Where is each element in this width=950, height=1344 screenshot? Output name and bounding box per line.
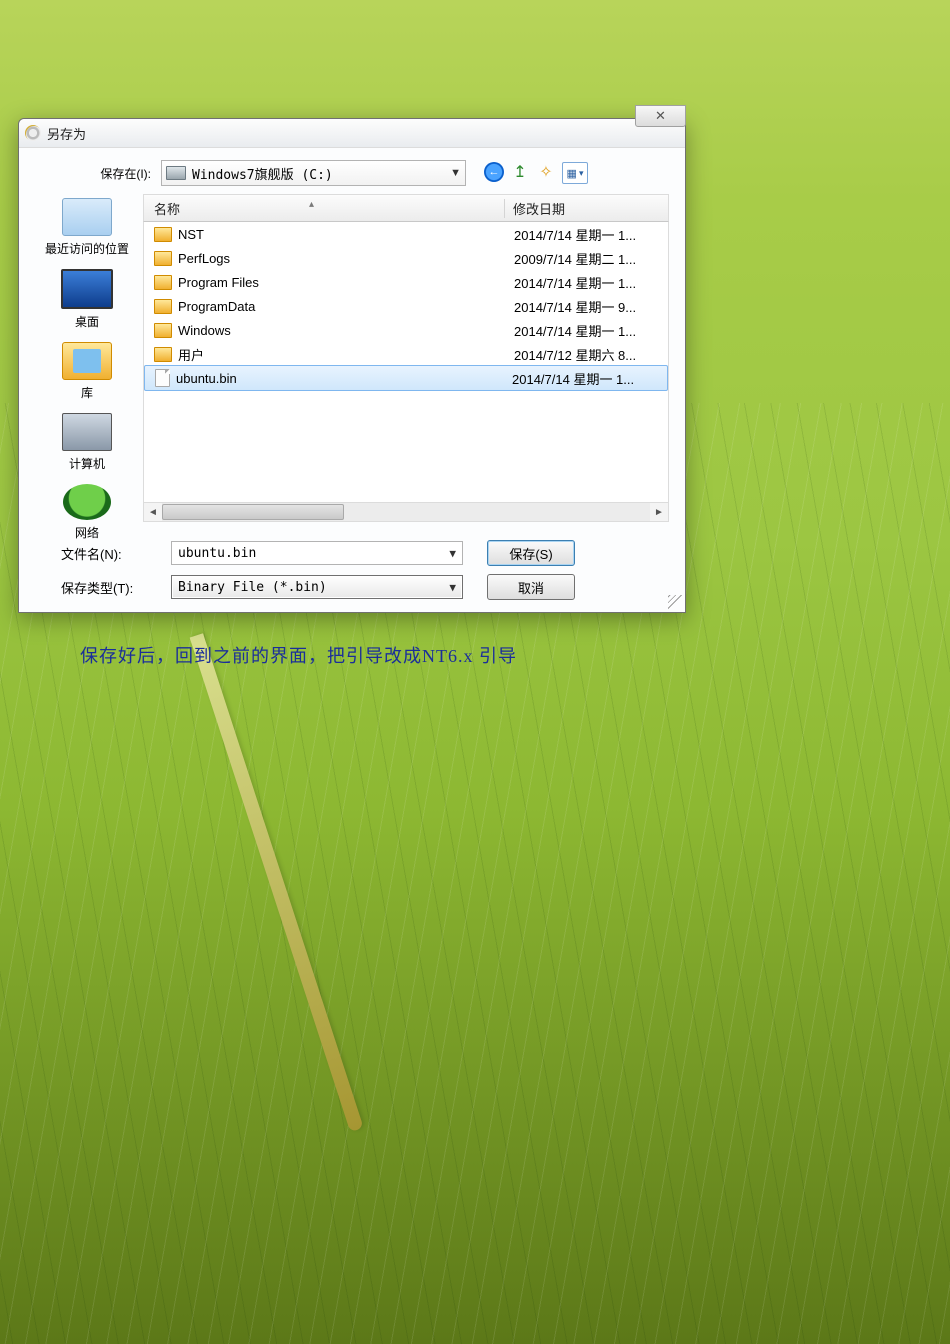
folder-icon	[154, 299, 172, 314]
scroll-left-icon[interactable]: ◄	[144, 507, 162, 518]
column-headers[interactable]: 名称 修改日期	[143, 194, 669, 222]
file-date: 2014/7/14 星期一 9...	[506, 297, 652, 316]
file-name: ProgramData	[178, 299, 506, 314]
column-date[interactable]: 修改日期	[504, 199, 653, 218]
save-as-dialog: 另存为 ✕ 保存在(I): Windows7旗舰版 (C:) ▼ ← ↥ ✧ ▦…	[18, 118, 686, 613]
back-icon[interactable]: ←	[484, 162, 504, 182]
file-row[interactable]: 用户2014/7/12 星期六 8...	[144, 342, 668, 366]
place-network[interactable]: 网络	[31, 484, 143, 541]
file-name: NST	[178, 227, 506, 242]
save-button[interactable]: 保存(S)	[487, 540, 575, 566]
column-name[interactable]: 名称	[144, 199, 504, 218]
instruction-caption: 保存好后，回到之前的界面，把引导改成NT6.x 引导	[80, 642, 517, 668]
dialog-title: 另存为	[47, 124, 86, 143]
file-date: 2014/7/14 星期一 1...	[506, 273, 652, 292]
resize-grip-icon[interactable]	[668, 595, 682, 609]
file-list[interactable]: NST2014/7/14 星期一 1... PerfLogs2009/7/14 …	[143, 222, 669, 503]
folder-icon	[154, 251, 172, 266]
filename-label: 文件名(N):	[61, 544, 171, 563]
chevron-down-icon: ▼	[449, 581, 456, 594]
scroll-thumb[interactable]	[162, 504, 344, 520]
place-label: 网络	[75, 524, 99, 541]
folder-icon	[154, 323, 172, 338]
file-name: PerfLogs	[178, 251, 506, 266]
folder-icon	[154, 275, 172, 290]
file-date: 2014/7/14 星期一 1...	[506, 321, 652, 340]
file-row[interactable]: Program Files2014/7/14 星期一 1...	[144, 270, 668, 294]
place-recent[interactable]: 最近访问的位置	[31, 198, 143, 257]
filename-value: ubuntu.bin	[178, 546, 256, 561]
titlebar[interactable]: 另存为 ✕	[19, 119, 685, 148]
file-date: 2009/7/14 星期二 1...	[506, 249, 652, 268]
file-row[interactable]: ProgramData2014/7/14 星期一 9...	[144, 294, 668, 318]
recent-icon	[62, 198, 112, 236]
chevron-down-icon: ▼	[450, 167, 461, 179]
folder-icon	[154, 347, 172, 362]
file-row[interactable]: Windows2014/7/14 星期一 1...	[144, 318, 668, 342]
places-sidebar: 最近访问的位置桌面库计算机网络	[31, 194, 143, 528]
place-desktop[interactable]: 桌面	[31, 269, 143, 330]
network-icon	[63, 484, 111, 520]
file-name: 用户	[178, 345, 506, 364]
horizontal-scrollbar[interactable]: ◄ ►	[143, 503, 669, 522]
desktop-icon	[61, 269, 113, 309]
place-label: 最近访问的位置	[45, 240, 129, 257]
place-computer[interactable]: 计算机	[31, 413, 143, 472]
file-date: 2014/7/14 星期一 1...	[504, 369, 651, 388]
place-label: 桌面	[75, 313, 99, 330]
place-label: 计算机	[69, 455, 105, 472]
close-icon: ✕	[655, 108, 666, 124]
file-name: ubuntu.bin	[176, 371, 504, 386]
cancel-button[interactable]: 取消	[487, 574, 575, 600]
filetype-label: 保存类型(T):	[61, 578, 171, 597]
library-icon	[62, 342, 112, 380]
wallpaper-wheat	[190, 633, 364, 1132]
disc-icon	[25, 125, 41, 141]
filename-input[interactable]: ubuntu.bin ▼	[171, 541, 463, 565]
file-row[interactable]: NST2014/7/14 星期一 1...	[144, 222, 668, 246]
folder-icon	[154, 227, 172, 242]
place-label: 库	[81, 384, 93, 401]
up-one-level-icon[interactable]: ↥	[510, 162, 530, 182]
file-date: 2014/7/14 星期一 1...	[506, 225, 652, 244]
save-in-combo[interactable]: Windows7旗舰版 (C:) ▼	[161, 160, 466, 186]
drive-icon	[166, 166, 186, 180]
place-library[interactable]: 库	[31, 342, 143, 401]
view-menu-icon[interactable]: ▦	[562, 162, 588, 184]
new-folder-icon[interactable]: ✧	[536, 162, 556, 182]
file-date: 2014/7/12 星期六 8...	[506, 345, 652, 364]
file-name: Windows	[178, 323, 506, 338]
save-in-label: 保存在(I):	[31, 165, 161, 182]
chevron-down-icon: ▼	[449, 547, 456, 560]
scroll-track[interactable]	[162, 503, 650, 521]
computer-icon	[62, 413, 112, 451]
close-button[interactable]: ✕	[635, 105, 686, 127]
filetype-combo[interactable]: Binary File (*.bin) ▼	[171, 575, 463, 599]
file-name: Program Files	[178, 275, 506, 290]
file-row[interactable]: ubuntu.bin2014/7/14 星期一 1...	[144, 365, 668, 391]
file-row[interactable]: PerfLogs2009/7/14 星期二 1...	[144, 246, 668, 270]
file-icon	[155, 369, 170, 387]
scroll-right-icon[interactable]: ►	[650, 507, 668, 518]
save-in-value: Windows7旗舰版 (C:)	[192, 164, 450, 183]
filetype-value: Binary File (*.bin)	[178, 580, 327, 595]
